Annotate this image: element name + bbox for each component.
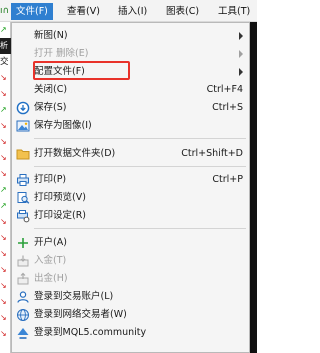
file-menu-dropdown: 新图(N) 打开 删除(E) 配置文件(F) 关闭(C) Ctrl+F4 保存(… bbox=[11, 22, 250, 353]
menu-item-login-mql5[interactable]: 登录到MQL5.community bbox=[12, 324, 249, 342]
menu-item-label: 新图(N) bbox=[34, 30, 68, 41]
menu-item-label: 出金(H) bbox=[34, 273, 68, 284]
list-item: ↘ bbox=[0, 89, 7, 98]
menu-item-login-web-trader[interactable]: 登录到网络交易者(W) bbox=[12, 306, 249, 324]
list-item: ↗ bbox=[0, 25, 7, 34]
list-item: ↘ bbox=[0, 153, 7, 162]
menu-item-shortcut: Ctrl+P bbox=[212, 174, 243, 185]
list-item: ↘ bbox=[0, 297, 7, 306]
list-item: ↘ bbox=[0, 249, 7, 258]
print-setup-icon bbox=[16, 209, 30, 223]
list-item: ↗ bbox=[0, 105, 7, 114]
list-item: ↘ bbox=[0, 281, 7, 290]
print-icon bbox=[16, 173, 30, 187]
print-preview-icon bbox=[16, 191, 30, 205]
list-item: ↘ bbox=[0, 137, 7, 146]
list-item: 析 bbox=[0, 38, 11, 54]
menu-item-label: 登录到MQL5.community bbox=[34, 327, 147, 338]
menu-item-label: 保存(S) bbox=[34, 102, 67, 113]
menu-item-save[interactable]: 保存(S) Ctrl+S bbox=[12, 99, 249, 117]
menu-item-deposit[interactable]: 入金(T) bbox=[12, 252, 249, 270]
list-item: ↘ bbox=[0, 329, 7, 338]
list-item: ↘ bbox=[0, 313, 7, 322]
menu-item-label: 打印(P) bbox=[34, 174, 67, 185]
list-item: ↘ bbox=[0, 121, 7, 130]
submenu-arrow-icon bbox=[239, 68, 243, 76]
menu-file[interactable]: 文件(F) bbox=[11, 3, 53, 20]
menu-item-save-as-picture[interactable]: 保存为图像(I) bbox=[12, 117, 249, 135]
plus-icon bbox=[16, 236, 30, 250]
list-item: 交 bbox=[0, 57, 9, 67]
globe-icon bbox=[16, 308, 30, 322]
mql5-icon bbox=[16, 326, 30, 340]
list-item: ↘ bbox=[0, 73, 7, 82]
menu-item-label: 保存为图像(I) bbox=[34, 120, 92, 131]
menu-item-label: 关闭(C) bbox=[34, 84, 68, 95]
menu-item-shortcut: Ctrl+F4 bbox=[206, 84, 243, 95]
menu-item-label: 开户(A) bbox=[34, 237, 67, 248]
menu-item-shortcut: Ctrl+Shift+D bbox=[181, 148, 243, 159]
menu-item-label: 打印预览(V) bbox=[34, 192, 86, 203]
menu-item-label: 登录到交易账户(L) bbox=[34, 291, 114, 302]
user-icon bbox=[16, 290, 30, 304]
menu-item-label: 打开数据文件夹(D) bbox=[34, 148, 116, 159]
background-chart-list: ↗ 析 交 ↘ ↘ ↗ ↘ ↘ ↘ ↘ ↗ ↗ ↘ ↘ ↘ ↘ ↘ ↘ ↘ ↘ bbox=[0, 22, 11, 353]
folder-icon bbox=[16, 147, 30, 161]
menu-item-label: 打印设定(R) bbox=[34, 210, 87, 221]
menu-item-login-trade-account[interactable]: 登录到交易账户(L) bbox=[12, 288, 249, 306]
background-chart-area bbox=[250, 22, 257, 353]
menu-item-label: 入金(T) bbox=[34, 255, 67, 266]
list-item: ↗ bbox=[0, 201, 7, 210]
submenu-arrow-icon bbox=[239, 50, 243, 58]
app-icon: ı∩ bbox=[0, 6, 10, 16]
list-item: ↘ bbox=[0, 265, 7, 274]
menu-separator bbox=[34, 228, 246, 229]
deposit-icon bbox=[16, 254, 30, 268]
menu-item-open-data-folder[interactable]: 打开数据文件夹(D) Ctrl+Shift+D bbox=[12, 145, 249, 163]
menu-charts[interactable]: 图表(C) bbox=[161, 3, 204, 20]
withdraw-icon bbox=[16, 272, 30, 286]
menu-view[interactable]: 查看(V) bbox=[62, 3, 105, 20]
submenu-arrow-icon bbox=[239, 32, 243, 40]
menu-separator bbox=[34, 166, 246, 167]
menu-item-open-account[interactable]: 开户(A) bbox=[12, 234, 249, 252]
menu-item-print-setup[interactable]: 打印设定(R) bbox=[12, 207, 249, 225]
list-item: ↘ bbox=[0, 169, 7, 178]
menu-tools[interactable]: 工具(T) bbox=[213, 3, 255, 20]
picture-icon bbox=[16, 119, 30, 133]
menu-item-new-chart[interactable]: 新图(N) bbox=[12, 27, 249, 45]
menu-bar: ı∩ 文件(F) 查看(V) 插入(I) 图表(C) 工具(T) bbox=[0, 0, 257, 22]
menu-item-shortcut: Ctrl+S bbox=[212, 102, 243, 113]
save-icon bbox=[16, 101, 30, 115]
menu-item-close[interactable]: 关闭(C) Ctrl+F4 bbox=[12, 81, 249, 99]
menu-item-print[interactable]: 打印(P) Ctrl+P bbox=[12, 171, 249, 189]
menu-item-label: 登录到网络交易者(W) bbox=[34, 309, 127, 320]
list-item: ↘ bbox=[0, 233, 7, 242]
menu-item-withdraw[interactable]: 出金(H) bbox=[12, 270, 249, 288]
menu-separator bbox=[34, 138, 246, 139]
highlight-annotation bbox=[33, 61, 130, 80]
menu-insert[interactable]: 插入(I) bbox=[113, 3, 152, 20]
list-item: ↗ bbox=[0, 185, 7, 194]
menu-item-print-preview[interactable]: 打印预览(V) bbox=[12, 189, 249, 207]
list-item: ↘ bbox=[0, 217, 7, 226]
